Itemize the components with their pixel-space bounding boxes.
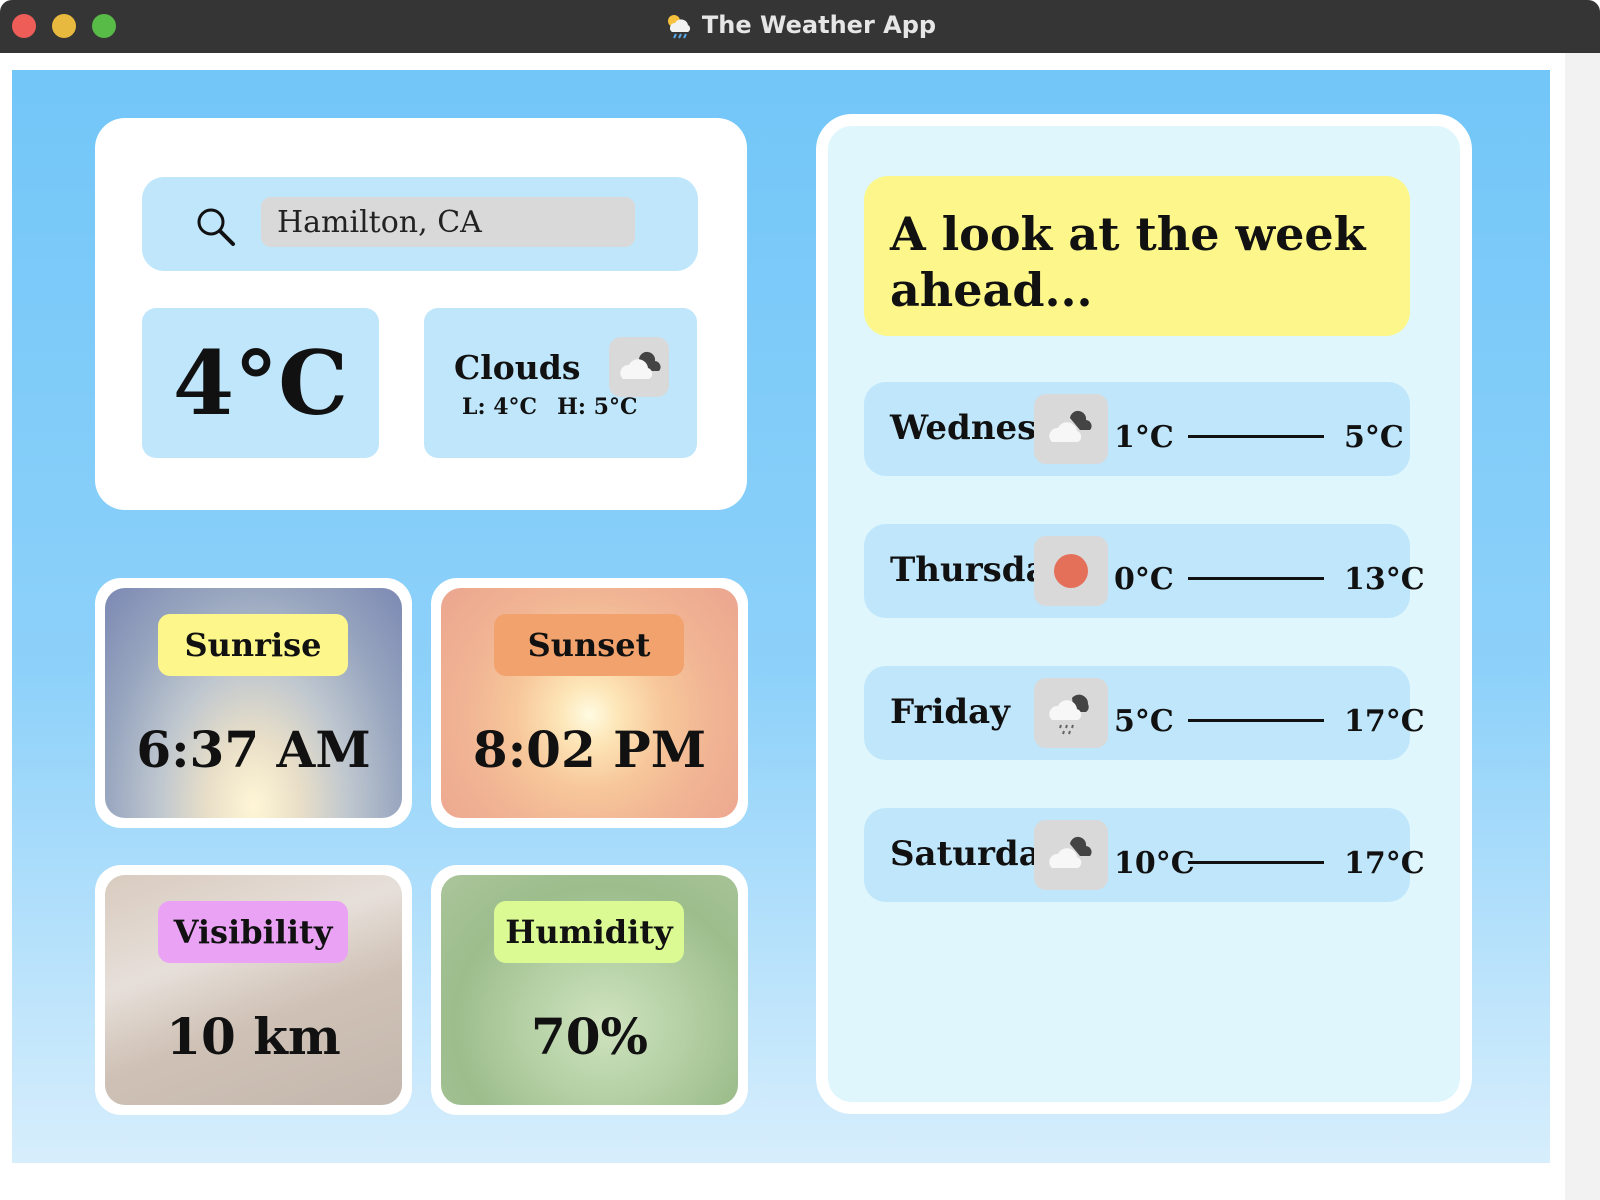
sunset-time: 8:02 PM — [472, 720, 707, 779]
current-temperature-box: 4°C — [142, 308, 379, 458]
high-temp: 13°C — [1344, 562, 1425, 597]
low-temp: L: 4°C — [462, 394, 538, 420]
sunset-label: Sunset — [494, 614, 684, 676]
high-temp: 5°C — [1344, 420, 1404, 455]
high-temp: 17°C — [1344, 846, 1425, 881]
high-temp: 17°C — [1344, 704, 1425, 739]
temp-range-line — [1188, 719, 1324, 722]
temp-range-line — [1188, 577, 1324, 580]
app-content: 4°C Clouds L: 4°CH: 5°C Sunrise 6:37 AM … — [12, 70, 1550, 1163]
sun-icon — [1034, 536, 1108, 606]
sunset-card: Sunset 8:02 PM — [431, 578, 748, 828]
visibility-value: 10 km — [166, 1007, 341, 1066]
window-edge — [1565, 53, 1600, 1200]
weather-app-icon — [664, 12, 694, 40]
window-title: The Weather App — [0, 11, 1600, 40]
cloud-icon — [609, 337, 669, 397]
search-bar — [142, 177, 698, 271]
temp-range-line — [1188, 435, 1324, 438]
window-titlebar: The Weather App — [0, 0, 1600, 53]
visibility-card: Visibility 10 km — [95, 865, 412, 1115]
forecast-row-thursday: Thursday 0°C 13°C — [864, 524, 1425, 618]
current-weather-card: 4°C Clouds L: 4°C H: 5°C — [95, 118, 747, 510]
cloud-icon — [1034, 820, 1108, 890]
low-high-temps: L: 4°C H: 5°C — [462, 394, 637, 420]
weekly-forecast-title: A look at the week ahead... — [890, 207, 1366, 317]
current-condition-box: Clouds L: 4°C H: 5°C — [424, 308, 697, 458]
current-temperature: 4°C — [172, 331, 349, 435]
search-icon[interactable] — [194, 205, 238, 249]
sunrise-card: Sunrise 6:37 AM — [95, 578, 412, 828]
humidity-value: 70% — [530, 1007, 649, 1066]
temp-range-line — [1188, 861, 1324, 864]
weekly-forecast-card: A look at the week ahead... Wednesday 1°… — [816, 114, 1472, 1114]
day-name: Friday — [890, 692, 1010, 732]
high-temp: H: 5°C — [557, 394, 638, 420]
sunrise-label: Sunrise — [158, 614, 348, 676]
condition-label: Clouds — [454, 348, 581, 387]
forecast-row-wednesday: Wednesday 1°C 5°C — [864, 382, 1410, 476]
cloud-icon — [1034, 394, 1108, 464]
low-temp: 5°C — [1114, 704, 1174, 739]
rain-cloud-icon — [1034, 678, 1108, 748]
forecast-row-friday: Friday 5°C 17°C — [864, 666, 1425, 760]
window-title-text: The Weather App — [701, 11, 937, 39]
sunrise-time: 6:37 AM — [136, 720, 371, 779]
forecast-row-saturday: Saturday 10°C 17°C — [864, 808, 1425, 902]
humidity-card: Humidity 70% — [431, 865, 748, 1115]
low-temp: 0°C — [1114, 562, 1174, 597]
low-temp: 10°C — [1114, 846, 1195, 881]
location-search-input[interactable] — [261, 197, 635, 247]
visibility-label: Visibility — [158, 901, 348, 963]
low-temp: 1°C — [1114, 420, 1174, 455]
weekly-forecast-header: A look at the week ahead... — [864, 176, 1410, 336]
humidity-label: Humidity — [494, 901, 684, 963]
